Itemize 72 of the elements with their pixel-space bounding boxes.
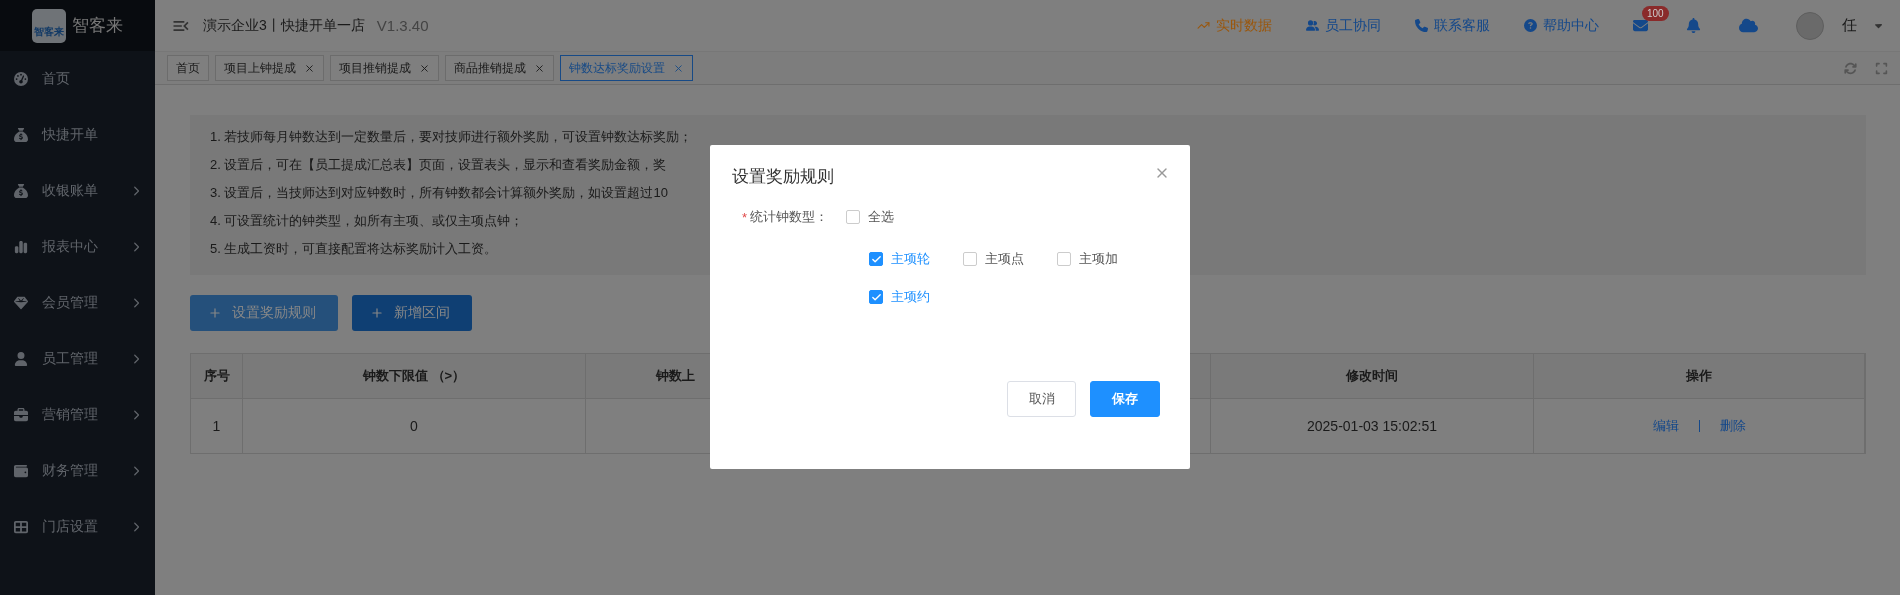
store-name: 演示企业3丨快捷开单一店	[203, 16, 365, 35]
field-label: 统计钟数型：	[750, 208, 830, 226]
grid-icon	[14, 520, 28, 534]
header-link[interactable]: 帮助中心	[1524, 16, 1599, 35]
avatar[interactable]	[1796, 11, 1824, 40]
check-icon	[870, 291, 882, 303]
header-link[interactable]: 员工协同	[1306, 16, 1381, 35]
user-icon	[14, 352, 28, 366]
column-header: 修改时间	[1211, 354, 1534, 399]
column-header: 钟数下限值 （>）	[243, 354, 586, 399]
sidebar-item[interactable]: 门店设置	[0, 499, 155, 555]
mail-icon[interactable]	[1633, 18, 1648, 33]
note-text: 2. 设置后，可在【员工提成汇总表】页面，设置表头，显示和查看奖励金额，奖	[210, 156, 667, 174]
row-link[interactable]: 删除	[1719, 417, 1746, 435]
tab[interactable]: 项目上钟提成	[215, 55, 324, 81]
sidebar-item[interactable]: 员工管理	[0, 331, 155, 387]
sidebar-item[interactable]: 营销管理	[0, 387, 155, 443]
save-button[interactable]: 保存	[1090, 381, 1160, 417]
version-label: V1.3.40	[376, 17, 429, 34]
money-bag-icon	[14, 128, 28, 142]
bar-chart-icon	[14, 240, 28, 254]
checkbox[interactable]: 全选	[846, 208, 894, 226]
tab[interactable]: 首页	[167, 55, 209, 81]
sidebar-item[interactable]: 报表中心	[0, 219, 155, 275]
note-text: 3. 设置后，当技师达到对应钟数时，所有钟数都会计算额外奖励，如设置超过10	[210, 184, 668, 202]
sidebar-item[interactable]: 会员管理	[0, 275, 155, 331]
checkbox[interactable]: 主项轮	[869, 250, 963, 268]
column-header: 操作	[1534, 354, 1865, 399]
sidebar-item[interactable]: 收银账单	[0, 163, 155, 219]
cancel-button[interactable]: 取消	[1007, 381, 1076, 417]
refresh-icon[interactable]	[1844, 61, 1857, 75]
gauge-icon	[14, 72, 28, 86]
checkbox[interactable]: 主项点	[963, 250, 1057, 268]
column-header: 序号	[191, 354, 243, 399]
tab[interactable]: 钟数达标奖励设置	[560, 55, 693, 81]
note-text: 5. 生成工资时，可直接配置将达标奖励计入工资。	[210, 240, 498, 258]
gem-icon	[14, 296, 28, 310]
sidebar-item[interactable]: 首页	[0, 51, 155, 107]
plus-icon	[208, 306, 222, 320]
check-icon	[870, 253, 882, 265]
action-button[interactable]: 新增区间	[352, 295, 472, 331]
header-link[interactable]: 联系客服	[1415, 16, 1490, 35]
phone-icon	[1415, 19, 1428, 32]
cloud-icon[interactable]	[1739, 16, 1758, 35]
tab[interactable]: 商品推销提成	[445, 55, 554, 81]
count-badge: 100	[1642, 6, 1669, 21]
row-link[interactable]: 编辑	[1652, 417, 1679, 435]
fullscreen-icon[interactable]	[1875, 61, 1888, 75]
trend-line-icon	[1197, 19, 1210, 32]
help-icon	[1524, 19, 1537, 32]
note-text: 4. 可设置统计的钟类型，如所有主项、或仅主项点钟；	[210, 212, 524, 230]
tab[interactable]: 项目推销提成	[330, 55, 439, 81]
wallet-icon	[14, 464, 28, 478]
bell-icon[interactable]	[1686, 18, 1701, 33]
dialog-title: 设置奖励规则	[732, 166, 834, 188]
briefcase-icon	[14, 408, 28, 422]
close-icon[interactable]	[534, 62, 545, 74]
plus-icon	[370, 306, 384, 320]
logo: 智客来	[32, 8, 66, 43]
checkbox[interactable]: 主项约	[869, 288, 963, 306]
sidebar-item[interactable]: 财务管理	[0, 443, 155, 499]
user-name[interactable]: 任	[1842, 16, 1857, 35]
close-icon[interactable]	[673, 62, 684, 74]
close-icon[interactable]	[419, 62, 430, 74]
brand-name: 智客来	[72, 15, 123, 37]
action-button[interactable]: 设置奖励规则	[190, 295, 338, 331]
close-icon[interactable]	[304, 62, 315, 74]
required-mark: *	[742, 209, 748, 225]
money-bag-icon	[14, 184, 28, 198]
sidebar-item[interactable]: 快捷开单	[0, 107, 155, 163]
checkbox[interactable]: 主项加	[1057, 250, 1151, 268]
users-icon	[1306, 19, 1319, 32]
